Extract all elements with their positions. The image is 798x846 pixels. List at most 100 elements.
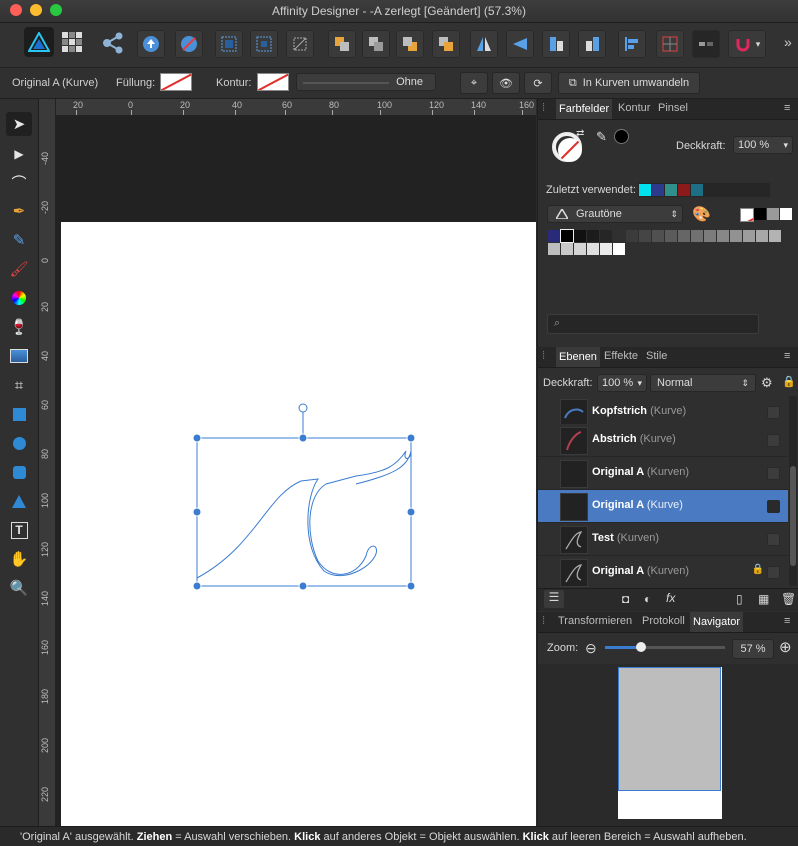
snap-grid-button[interactable]: [656, 30, 684, 58]
snapping-off-button[interactable]: [175, 30, 203, 58]
fx-button[interactable]: fx: [666, 591, 675, 605]
gray-swatch[interactable]: [626, 230, 638, 242]
layer-visibility-checkbox[interactable]: [767, 500, 780, 513]
palette-icon[interactable]: 🎨: [692, 205, 711, 223]
convert-to-curves-button[interactable]: ⧉ In Kurven umwandeln: [558, 72, 700, 94]
resize-handle-left[interactable]: [192, 507, 202, 517]
layers-scrollbar[interactable]: [789, 396, 797, 586]
resize-handle-bottom-right[interactable]: [406, 581, 416, 591]
gray-swatch[interactable]: [600, 243, 612, 255]
tab-layers[interactable]: Ebenen: [556, 347, 600, 367]
ellipse-tool[interactable]: [6, 431, 32, 455]
fill-stroke-selector[interactable]: ⇄: [548, 128, 586, 166]
refresh-button[interactable]: ⟳: [524, 72, 552, 94]
gray-swatch[interactable]: [665, 230, 677, 242]
view-mode-button[interactable]: 👁: [492, 72, 520, 94]
text-tool[interactable]: T: [6, 518, 32, 542]
move-forward-button[interactable]: [396, 30, 424, 58]
flip-vertical-button[interactable]: [506, 30, 534, 58]
blend-mode-select[interactable]: Normal ⇕: [650, 374, 756, 392]
ruler-origin[interactable]: [39, 99, 56, 116]
recent-color-swatch[interactable]: [691, 184, 703, 196]
stroke-width-control[interactable]: Ohne: [296, 73, 436, 91]
recent-color-swatch[interactable]: [639, 184, 651, 196]
fill-tool[interactable]: [6, 286, 32, 310]
panel-menu-icon[interactable]: ≡: [784, 615, 790, 627]
quick-color-swatch[interactable]: [754, 208, 766, 220]
layer-row[interactable]: Test (Kurven): [538, 523, 788, 556]
layer-visibility-checkbox[interactable]: [767, 434, 780, 447]
zoom-slider-knob[interactable]: [636, 642, 646, 652]
gray-swatch[interactable]: [769, 230, 781, 242]
fill-swatch[interactable]: [160, 73, 192, 91]
fill-circle[interactable]: [558, 138, 582, 162]
gray-swatch[interactable]: [704, 230, 716, 242]
snapping-button[interactable]: ▾: [728, 30, 766, 58]
gray-swatch[interactable]: [561, 243, 573, 255]
select-grid-button[interactable]: [215, 30, 243, 58]
group-icon[interactable]: ▦: [758, 592, 769, 606]
swap-icon[interactable]: ⇄: [576, 128, 584, 139]
none-swatch[interactable]: [740, 208, 754, 222]
gray-swatch[interactable]: [613, 243, 625, 255]
more-toolbar-button[interactable]: »: [784, 34, 792, 50]
rotate-left-button[interactable]: [542, 30, 570, 58]
picked-color-swatch[interactable]: [614, 129, 629, 144]
tab-brushes[interactable]: Pinsel: [658, 102, 688, 114]
tab-effects[interactable]: Effekte: [604, 350, 638, 362]
recent-color-swatch[interactable]: [665, 184, 677, 196]
tab-swatches[interactable]: Farbfelder: [556, 99, 613, 119]
gray-swatch[interactable]: [574, 243, 586, 255]
corner-tool[interactable]: ⌒: [6, 170, 32, 194]
quick-color-swatch[interactable]: [767, 208, 779, 220]
recent-color-swatch[interactable]: [652, 184, 664, 196]
gray-swatch[interactable]: [613, 230, 625, 242]
align-button[interactable]: [618, 30, 646, 58]
resize-handle-top[interactable]: [298, 433, 308, 443]
zoom-slider[interactable]: [605, 642, 725, 652]
layer-row[interactable]: Abstrich (Kurve): [538, 424, 788, 457]
tab-stroke[interactable]: Kontur: [618, 102, 650, 114]
zoom-tool[interactable]: 🔍: [6, 576, 32, 600]
move-tool[interactable]: ➤: [6, 112, 32, 136]
gray-swatch[interactable]: [574, 230, 586, 242]
navigator-viewport[interactable]: [618, 667, 721, 791]
export-persona-button[interactable]: [100, 30, 126, 56]
lock-icon[interactable]: 🔒: [752, 564, 764, 575]
gray-swatch[interactable]: [587, 243, 599, 255]
tab-history[interactable]: Protokoll: [642, 615, 685, 627]
vector-brush-tool[interactable]: 🖌: [6, 257, 32, 281]
resize-handle-bottom[interactable]: [298, 581, 308, 591]
gray-swatch[interactable]: [600, 230, 612, 242]
swatch-search-field[interactable]: ⌕: [547, 314, 759, 334]
trash-icon[interactable]: 🗑: [781, 592, 796, 606]
gray-swatch[interactable]: [639, 230, 651, 242]
pen-tool[interactable]: ✒: [6, 199, 32, 223]
pixel-persona-button[interactable]: [62, 32, 82, 52]
resize-handle-right[interactable]: [406, 507, 416, 517]
gray-swatch[interactable]: [743, 230, 755, 242]
palette-select[interactable]: Grautöne ⇕: [547, 205, 683, 223]
panel-menu-icon[interactable]: ≡: [784, 350, 790, 362]
gray-swatch[interactable]: [730, 230, 742, 242]
resize-handle-top-left[interactable]: [192, 433, 202, 443]
layers-stack-icon[interactable]: ☰: [544, 590, 564, 608]
transparency-tool[interactable]: 🍷: [6, 315, 32, 339]
stroke-swatch[interactable]: [257, 73, 289, 91]
adjustment-icon[interactable]: ◐: [644, 592, 651, 606]
layer-row[interactable]: Original A (Kurve): [538, 490, 788, 523]
gray-swatch[interactable]: [691, 230, 703, 242]
curve-path-original-a[interactable]: [196, 450, 412, 579]
add-layer-icon[interactable]: ▯: [736, 592, 743, 606]
layer-settings-icon[interactable]: ⚙: [761, 375, 773, 391]
rotation-handle[interactable]: [298, 403, 308, 413]
place-image-tool[interactable]: [6, 344, 32, 368]
navigator-preview[interactable]: [538, 664, 798, 826]
gray-swatch[interactable]: [560, 229, 574, 243]
snap-options-button[interactable]: [692, 30, 720, 58]
zoom-value-field[interactable]: 57 %: [732, 639, 774, 659]
view-tool[interactable]: ✋: [6, 547, 32, 571]
crop-tool[interactable]: ⌗: [6, 373, 32, 397]
layer-visibility-checkbox[interactable]: [767, 566, 780, 579]
transform-button[interactable]: [286, 30, 314, 58]
